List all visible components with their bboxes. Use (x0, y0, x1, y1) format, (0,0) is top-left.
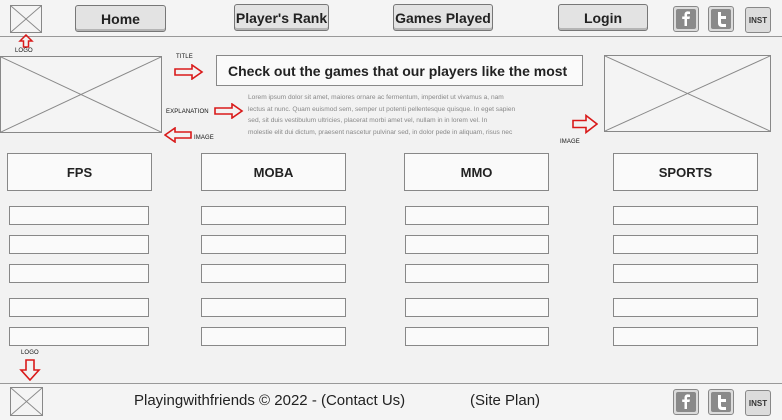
list-item[interactable] (201, 298, 346, 317)
explanation-text: Lorem ipsum dolor sit amet, maiores orna… (248, 92, 553, 139)
explanation-line: Lorem ipsum dolor sit amet, maiores orna… (248, 94, 504, 101)
list-item[interactable] (613, 264, 758, 283)
players-rank-button[interactable]: Player's Rank (234, 4, 329, 31)
arrow-icon (164, 127, 192, 143)
footer-site-plan-link[interactable]: (Site Plan) (470, 392, 540, 409)
list-item[interactable] (9, 264, 149, 283)
list-item[interactable] (613, 327, 758, 346)
explanation-line: molestie elit dui dictum, praesent nasce… (248, 129, 513, 137)
list-item[interactable] (405, 298, 549, 317)
list-item[interactable] (201, 327, 346, 346)
list-item[interactable] (613, 298, 758, 317)
login-button[interactable]: Login (558, 4, 648, 31)
list-item[interactable] (201, 264, 346, 283)
arrow-icon (174, 64, 204, 80)
facebook-icon[interactable] (673, 389, 699, 415)
twitter-icon[interactable] (708, 389, 734, 415)
facebook-icon[interactable] (673, 6, 699, 32)
arrow-icon (572, 114, 598, 134)
list-item[interactable] (201, 206, 346, 225)
left-image-placeholder (0, 56, 162, 133)
list-item[interactable] (613, 235, 758, 254)
home-button[interactable]: Home (75, 5, 166, 32)
category-mmo[interactable]: MMO (404, 153, 549, 191)
games-played-button[interactable]: Games Played (393, 4, 493, 31)
instagram-icon[interactable]: INST (745, 390, 771, 416)
image-label: IMAGE (560, 139, 580, 145)
explanation-line: sed, sit duis vestibulum ultricies, plac… (248, 117, 488, 125)
image-label: IMAGE (194, 135, 214, 141)
list-item[interactable] (9, 298, 149, 317)
list-item[interactable] (405, 264, 549, 283)
page-title: Check out the games that our players lik… (216, 55, 583, 86)
logo-label: LOGO (21, 350, 39, 356)
list-item[interactable] (405, 327, 549, 346)
category-sports[interactable]: SPORTS (613, 153, 758, 191)
category-moba[interactable]: MOBA (201, 153, 346, 191)
list-item[interactable] (9, 327, 149, 346)
list-item[interactable] (405, 235, 549, 254)
arrow-icon (214, 103, 244, 119)
logo-placeholder-icon[interactable] (10, 387, 43, 416)
list-item[interactable] (201, 235, 346, 254)
explanation-line: lectus at nunc. Quam euismod sem, semper… (248, 105, 516, 113)
right-image-placeholder (604, 55, 771, 132)
title-label: TITLE (176, 54, 193, 60)
twitter-icon[interactable] (708, 6, 734, 32)
list-item[interactable] (613, 206, 758, 225)
footer-copyright-link[interactable]: Playingwithfriends © 2022 - (Contact Us) (134, 392, 405, 409)
logo-placeholder-icon[interactable] (10, 5, 42, 33)
list-item[interactable] (9, 235, 149, 254)
category-fps[interactable]: FPS (7, 153, 152, 191)
instagram-icon[interactable]: INST (745, 7, 771, 33)
list-item[interactable] (9, 206, 149, 225)
arrow-icon (19, 359, 41, 381)
explanation-label: EXPLANATION (166, 109, 209, 115)
arrow-icon (18, 34, 34, 48)
list-item[interactable] (405, 206, 549, 225)
logo-label: LOGO (15, 48, 33, 54)
